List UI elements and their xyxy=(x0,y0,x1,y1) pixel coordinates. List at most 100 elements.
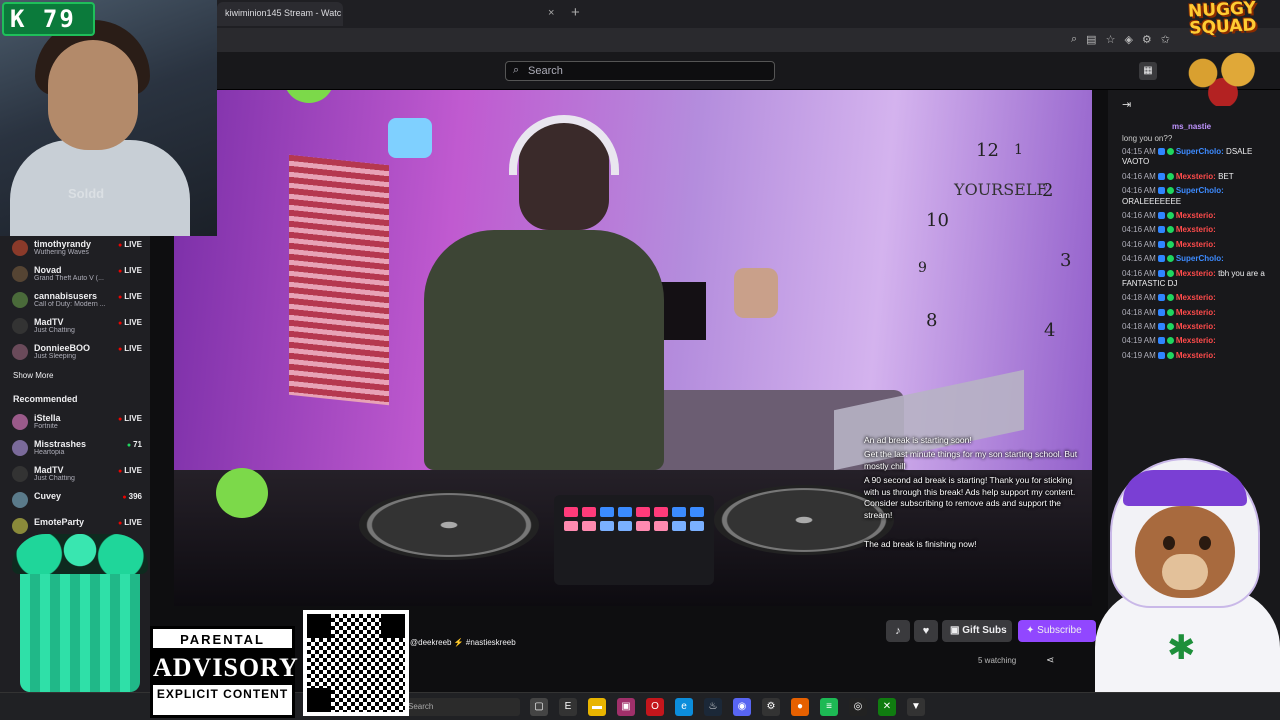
sidebar-channel[interactable]: DonnieeBOOJust Sleeping LIVE xyxy=(6,340,144,366)
theatre-mode-icon[interactable]: ▦ xyxy=(1139,62,1157,80)
discord-icon[interactable]: ◉ xyxy=(733,698,751,716)
chat-username[interactable]: SuperCholo: xyxy=(1176,147,1224,156)
avatar xyxy=(12,414,28,430)
taskbar-search[interactable]: Search xyxy=(400,698,520,716)
qr-pattern xyxy=(307,614,405,712)
badge-icon xyxy=(1166,337,1174,345)
wall-clock: 12 1 23 4 10 98 xyxy=(918,140,1072,341)
tab-close-icon[interactable]: × xyxy=(548,7,554,19)
channel-name: cannabisusers xyxy=(34,291,98,301)
channel-game: Grand Theft Auto V (... xyxy=(34,275,104,282)
chat-message: 04:16 AM Mexsterio: xyxy=(1122,240,1276,250)
chat-message: 04:15 AM SuperCholo: DSALE VAOTO xyxy=(1122,147,1276,168)
sidebar-channel[interactable]: MadTVJust Chatting LIVE xyxy=(6,314,144,340)
file-explorer-icon[interactable]: ▬ xyxy=(588,698,606,716)
sidebar-channel[interactable]: cannabisusersCall of Duty: Modern ... LIV… xyxy=(6,288,144,314)
kiwi-badge: K 79 xyxy=(2,2,95,36)
chat-username[interactable]: Mexsterio: xyxy=(1176,351,1216,360)
xbox-icon[interactable]: ✕ xyxy=(878,698,896,716)
stream-tags[interactable]: @deekreeb ⚡ #nastieskreeb xyxy=(410,638,516,647)
nuggy-squad-logo: NUGGY SQUAD xyxy=(1165,0,1280,112)
obs-icon[interactable]: ◎ xyxy=(849,698,867,716)
reader-icon[interactable]: ▤ xyxy=(1086,33,1096,46)
profile-icon[interactable]: ⚙ xyxy=(1142,33,1152,46)
headphones xyxy=(509,115,619,175)
channel-name: MadTV xyxy=(34,465,64,475)
live-status: LIVE xyxy=(118,292,142,301)
popcorn-bucket xyxy=(12,534,148,692)
app-icon[interactable]: ▼ xyxy=(907,698,925,716)
avatar xyxy=(12,292,28,308)
chat-username[interactable]: SuperCholo: xyxy=(1176,186,1224,195)
chat-username[interactable]: Mexsterio: xyxy=(1176,269,1216,278)
edge-icon[interactable]: e xyxy=(675,698,693,716)
browser-tab[interactable]: kiwiminion145 Stream - Watc xyxy=(217,2,343,26)
chat-message: 04:16 AM Mexsterio: BET xyxy=(1122,172,1276,182)
gift-subs-button[interactable]: ▣ Gift Subs xyxy=(942,620,1012,642)
follow-heart-icon[interactable]: ♥ xyxy=(914,620,938,642)
avatar xyxy=(12,466,28,482)
webcam-watermark: Soldd xyxy=(68,186,105,201)
chat-username[interactable]: Mexsterio: xyxy=(1176,240,1216,249)
chat-text: ORALEEEEEEE xyxy=(1122,196,1182,206)
avatar xyxy=(12,518,28,534)
app-icon[interactable]: ▣ xyxy=(617,698,635,716)
chat-username[interactable]: Mexsterio: xyxy=(1176,293,1216,302)
subscribe-label: Subscribe xyxy=(1037,625,1082,636)
nuggy-title: NUGGY SQUAD xyxy=(1187,0,1258,39)
firefox-icon[interactable]: ● xyxy=(791,698,809,716)
collapse-chat-icon[interactable]: ⇥ xyxy=(1122,98,1131,111)
bookmark-star-icon[interactable]: ☆ xyxy=(1106,33,1116,46)
app-icon[interactable]: ⚙ xyxy=(762,698,780,716)
task-view-icon[interactable]: ▢ xyxy=(530,698,548,716)
pinned-user[interactable]: ms_nastie xyxy=(1122,122,1276,131)
epic-games-icon[interactable]: E xyxy=(559,698,577,716)
badge-icon xyxy=(1157,337,1165,345)
chat-timestamp: 04:18 AM xyxy=(1122,322,1156,332)
chat-username[interactable]: Mexsterio: xyxy=(1176,322,1216,331)
video-player[interactable]: 12 1 23 4 10 98 YOURSELF An ad break is st… xyxy=(174,90,1092,606)
spotify-icon[interactable]: ≡ xyxy=(820,698,838,716)
sidebar-channel[interactable]: NovadGrand Theft Auto V (... LIVE xyxy=(6,262,144,288)
sidebar-channel[interactable]: timothyrandyWuthering Waves LIVE xyxy=(6,236,144,262)
opera-icon[interactable]: O xyxy=(646,698,664,716)
show-more-link[interactable]: Show More xyxy=(6,366,144,394)
chat-timestamp: 04:16 AM xyxy=(1122,254,1156,264)
avatar xyxy=(12,492,28,508)
badge-icon xyxy=(1157,255,1165,263)
steam-icon[interactable]: ♨ xyxy=(704,698,722,716)
extension-icon[interactable]: ◈ xyxy=(1124,33,1132,46)
sidebar-channel[interactable]: iStellaFortnite LIVE xyxy=(6,410,144,436)
chat-username[interactable]: Mexsterio: xyxy=(1176,225,1216,234)
browser-address-bar: ⌕ ▤ ☆ ◈ ⚙ ✩ xyxy=(217,28,1280,52)
sidebar-channel[interactable]: MisstrashesHeartopia 71 xyxy=(6,436,144,462)
zoom-icon[interactable]: ⌕ xyxy=(1071,33,1077,46)
chat-timestamp: 04:19 AM xyxy=(1122,350,1156,360)
search-input[interactable]: ⌕ Search xyxy=(505,61,775,81)
chat-username[interactable]: Mexsterio: xyxy=(1176,172,1216,181)
chat-username[interactable]: SuperCholo: xyxy=(1176,254,1224,263)
badge-icon xyxy=(1166,294,1174,302)
chat-username[interactable]: Mexsterio: xyxy=(1176,336,1216,345)
qr-code xyxy=(303,610,409,716)
streamer-webcam: Soldd K 79 xyxy=(0,0,217,236)
notification-bell-icon[interactable]: ♪ xyxy=(886,620,910,642)
badge-icon xyxy=(1157,323,1165,331)
sidebar-channel[interactable]: Cuvey 396 xyxy=(6,488,144,514)
channel-name: Misstrashes xyxy=(34,439,87,449)
bear-muzzle xyxy=(1162,554,1208,590)
browser-tab-bar: kiwiminion145 Stream - Watc × + xyxy=(217,0,1280,28)
live-status: LIVE xyxy=(118,518,142,527)
chat-username[interactable]: Mexsterio: xyxy=(1176,211,1216,220)
subscribe-button[interactable]: ✦ Subscribe xyxy=(1018,620,1096,642)
share-icon[interactable]: ⋖ xyxy=(1046,655,1054,666)
browser-toolbar-icons: ⌕ ▤ ☆ ◈ ⚙ ✩ xyxy=(1071,33,1170,46)
overlay-chat-line: Get the last minute things for my son st… xyxy=(864,449,1078,471)
badge-icon xyxy=(1157,211,1165,219)
live-status: LIVE xyxy=(118,240,142,249)
sidebar-channel[interactable]: MadTVJust Chatting LIVE xyxy=(6,462,144,488)
avatar xyxy=(12,266,28,282)
taskbar-apps: ▢ E ▬ ▣ O e ♨ ◉ ⚙ ● ≡ ◎ ✕ ▼ xyxy=(530,698,925,716)
chat-username[interactable]: Mexsterio: xyxy=(1176,308,1216,317)
new-tab-button[interactable]: + xyxy=(571,4,580,21)
